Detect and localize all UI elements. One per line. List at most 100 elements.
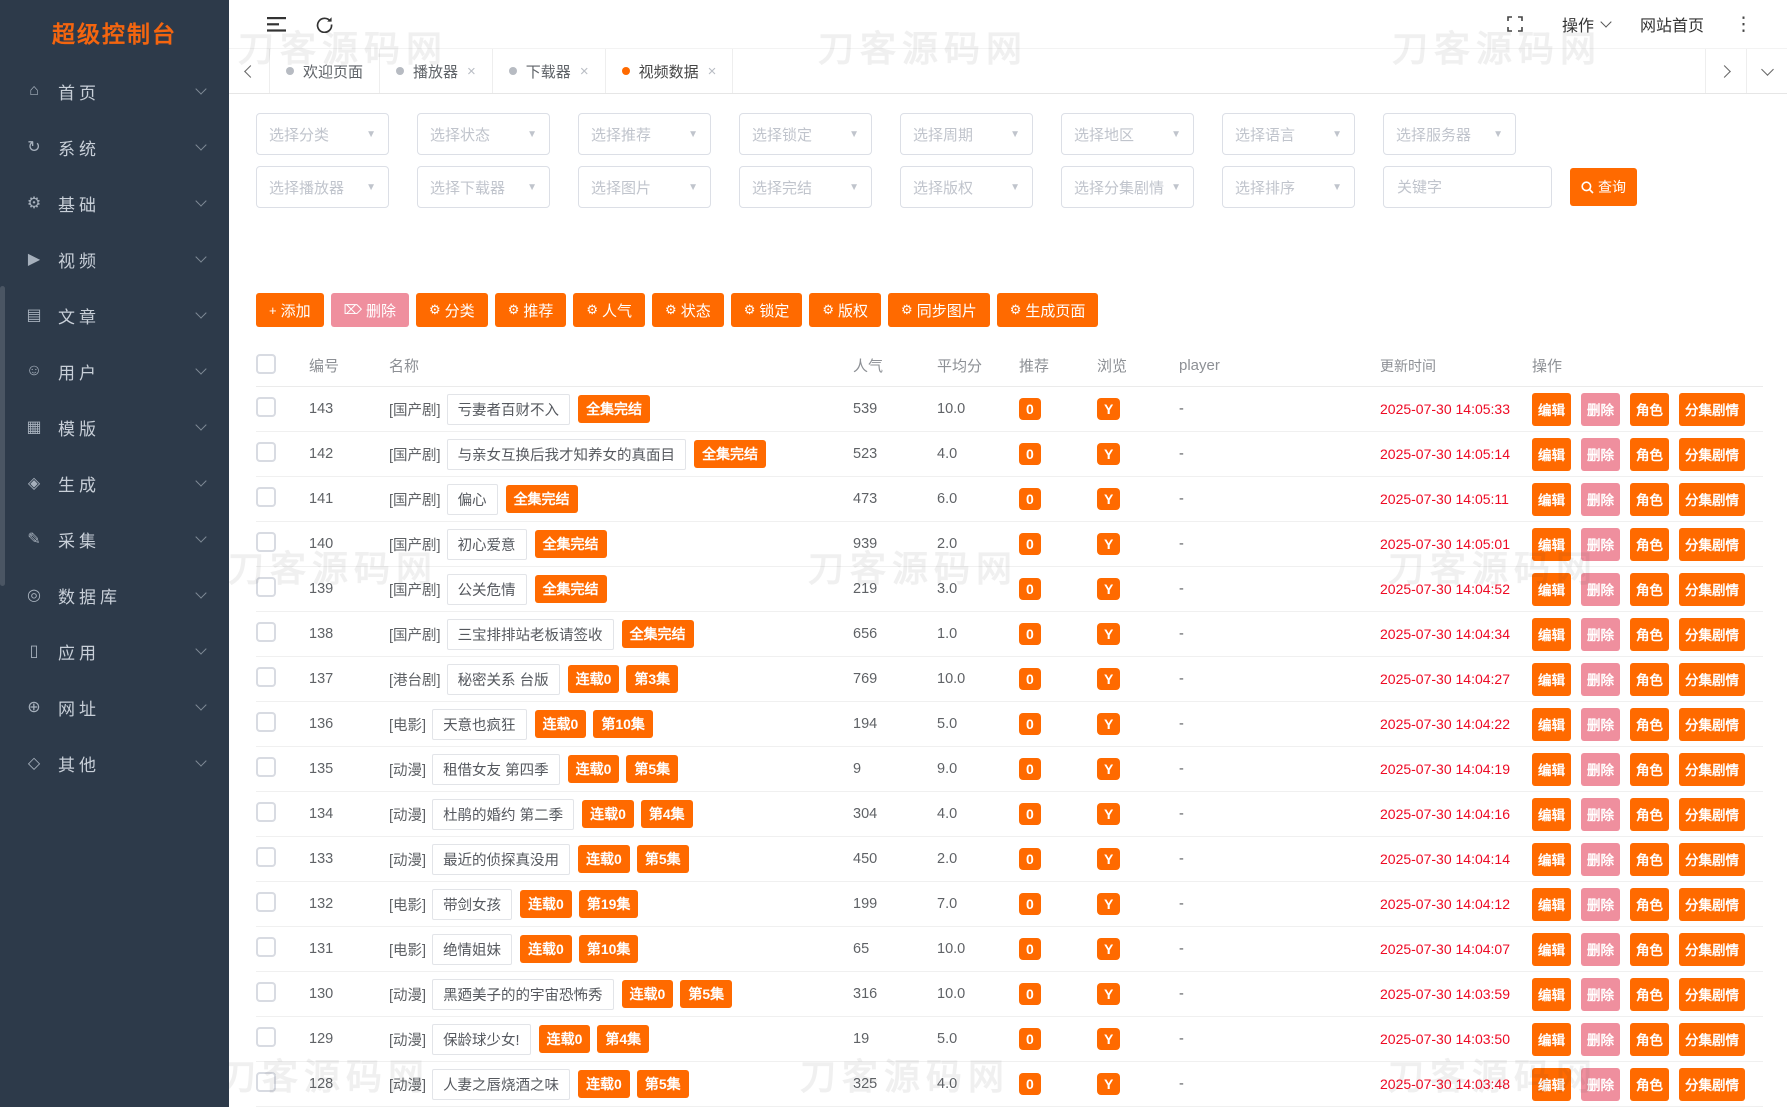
recommend-badge[interactable]: 0 (1019, 893, 1041, 915)
toolbar-button[interactable]: ⚙ 分类 (416, 293, 488, 327)
recommend-badge[interactable]: 0 (1019, 578, 1041, 600)
role-button[interactable]: 角色 (1630, 977, 1669, 1011)
edit-button[interactable]: 编辑 (1532, 1022, 1571, 1056)
tab-close-icon[interactable]: × (708, 63, 717, 80)
toolbar-button[interactable]: + 添加 (256, 293, 324, 327)
delete-button[interactable]: 删除 (1581, 482, 1620, 516)
role-button[interactable]: 角色 (1630, 617, 1669, 651)
delete-button[interactable]: 删除 (1581, 842, 1620, 876)
delete-button[interactable]: 删除 (1581, 797, 1620, 831)
role-button[interactable]: 角色 (1630, 572, 1669, 606)
episodes-button[interactable]: 分集剧情 (1679, 1067, 1745, 1101)
role-button[interactable]: 角色 (1630, 932, 1669, 966)
page-tab[interactable]: 下载器 × (492, 49, 606, 93)
filter-select[interactable]: 选择完结 ▼ (739, 166, 872, 208)
menu-fold-icon[interactable] (259, 7, 293, 41)
role-button[interactable]: 角色 (1630, 797, 1669, 831)
view-badge[interactable]: Y (1097, 398, 1121, 420)
sidebar-item[interactable]: ⌂ 首页 (0, 63, 229, 119)
sidebar-item[interactable]: ◎ 数据库 (0, 567, 229, 623)
toolbar-button[interactable]: ⚙ 锁定 (730, 293, 803, 327)
edit-button[interactable]: 编辑 (1532, 977, 1571, 1011)
row-checkbox[interactable] (256, 712, 276, 732)
role-button[interactable]: 角色 (1630, 707, 1669, 741)
sidebar-item[interactable]: ▶ 视频 (0, 231, 229, 287)
sidebar-item[interactable]: ◈ 生成 (0, 455, 229, 511)
filter-select[interactable]: 选择分集剧情 ▼ (1061, 166, 1194, 208)
edit-button[interactable]: 编辑 (1532, 527, 1571, 561)
page-tab[interactable]: 视频数据 × (605, 49, 734, 93)
delete-button[interactable]: 删除 (1581, 977, 1620, 1011)
filter-select[interactable]: 选择图片 ▼ (578, 166, 711, 208)
edit-button[interactable]: 编辑 (1532, 617, 1571, 651)
edit-button[interactable]: 编辑 (1532, 662, 1571, 696)
toolbar-button[interactable]: ⚙ 版权 (809, 293, 882, 327)
role-button[interactable]: 角色 (1630, 842, 1669, 876)
view-badge[interactable]: Y (1097, 938, 1121, 960)
delete-button[interactable]: 删除 (1581, 1067, 1620, 1101)
episodes-button[interactable]: 分集剧情 (1679, 392, 1745, 426)
row-checkbox[interactable] (256, 667, 276, 687)
episodes-button[interactable]: 分集剧情 (1679, 572, 1745, 606)
page-tab[interactable]: 欢迎页面 (270, 49, 381, 93)
row-checkbox[interactable] (256, 892, 276, 912)
row-checkbox[interactable] (256, 1027, 276, 1047)
row-checkbox[interactable] (256, 847, 276, 867)
view-badge[interactable]: Y (1097, 803, 1121, 825)
row-checkbox[interactable] (256, 577, 276, 597)
view-badge[interactable]: Y (1097, 578, 1121, 600)
delete-button[interactable]: 删除 (1581, 617, 1620, 651)
sidebar-item[interactable]: ◇ 其他 (0, 735, 229, 791)
filter-select[interactable]: 选择推荐 ▼ (578, 113, 711, 155)
recommend-badge[interactable]: 0 (1019, 713, 1041, 735)
filter-select[interactable]: 选择服务器 ▼ (1383, 113, 1516, 155)
sidebar-item[interactable]: ▤ 文章 (0, 287, 229, 343)
refresh-icon[interactable] (307, 7, 341, 41)
episodes-button[interactable]: 分集剧情 (1679, 842, 1745, 876)
view-badge[interactable]: Y (1097, 623, 1121, 645)
tabs-scroll-left-button[interactable] (229, 49, 270, 93)
row-checkbox[interactable] (256, 757, 276, 777)
select-all-checkbox[interactable] (256, 353, 276, 374)
filter-select[interactable]: 选择分类 ▼ (256, 113, 389, 155)
view-badge[interactable]: Y (1097, 668, 1121, 690)
sidebar-scrollbar[interactable] (0, 286, 5, 586)
sidebar-item[interactable]: ↻ 系统 (0, 119, 229, 175)
filter-select[interactable]: 选择排序 ▼ (1222, 166, 1355, 208)
recommend-badge[interactable]: 0 (1019, 848, 1041, 870)
edit-button[interactable]: 编辑 (1532, 437, 1571, 471)
view-badge[interactable]: Y (1097, 1073, 1121, 1095)
sidebar-item[interactable]: ▯ 应用 (0, 623, 229, 679)
actions-dropdown[interactable]: 操作 (1562, 12, 1612, 36)
recommend-badge[interactable]: 0 (1019, 533, 1041, 555)
recommend-badge[interactable]: 0 (1019, 668, 1041, 690)
tab-close-icon[interactable]: × (580, 63, 589, 80)
delete-button[interactable]: 删除 (1581, 932, 1620, 966)
edit-button[interactable]: 编辑 (1532, 482, 1571, 516)
edit-button[interactable]: 编辑 (1532, 752, 1571, 786)
keyword-input[interactable] (1383, 166, 1552, 208)
episodes-button[interactable]: 分集剧情 (1679, 887, 1745, 921)
view-badge[interactable]: Y (1097, 713, 1121, 735)
edit-button[interactable]: 编辑 (1532, 707, 1571, 741)
episodes-button[interactable]: 分集剧情 (1679, 617, 1745, 651)
toolbar-button[interactable]: ⚙ 同步图片 (888, 293, 990, 327)
delete-button[interactable]: 删除 (1581, 752, 1620, 786)
recommend-badge[interactable]: 0 (1019, 443, 1041, 465)
recommend-badge[interactable]: 0 (1019, 803, 1041, 825)
row-checkbox[interactable] (256, 487, 276, 507)
view-badge[interactable]: Y (1097, 848, 1121, 870)
search-button[interactable]: 查询 (1570, 168, 1637, 206)
episodes-button[interactable]: 分集剧情 (1679, 797, 1745, 831)
episodes-button[interactable]: 分集剧情 (1679, 662, 1745, 696)
row-checkbox[interactable] (256, 622, 276, 642)
role-button[interactable]: 角色 (1630, 482, 1669, 516)
sidebar-item[interactable]: ⚙ 基础 (0, 175, 229, 231)
filter-select[interactable]: 选择下载器 ▼ (417, 166, 550, 208)
edit-button[interactable]: 编辑 (1532, 887, 1571, 921)
view-badge[interactable]: Y (1097, 443, 1121, 465)
filter-select[interactable]: 选择周期 ▼ (900, 113, 1033, 155)
filter-select[interactable]: 选择版权 ▼ (900, 166, 1033, 208)
sidebar-item[interactable]: ✎ 采集 (0, 511, 229, 567)
episodes-button[interactable]: 分集剧情 (1679, 707, 1745, 741)
